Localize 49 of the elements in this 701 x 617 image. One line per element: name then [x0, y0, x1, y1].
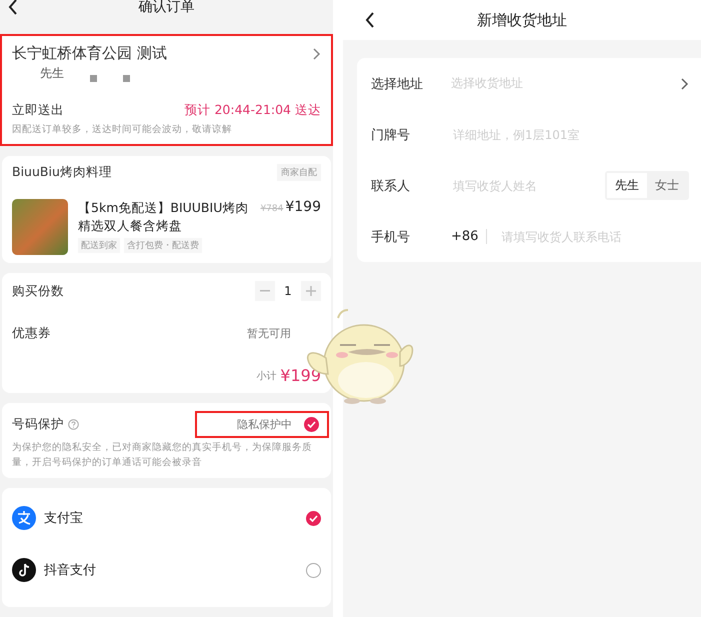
page-title: 新增收货地址	[477, 10, 567, 30]
coupon-label: 优惠券	[12, 325, 51, 342]
redaction-block	[123, 75, 130, 82]
privacy-status[interactable]: 隐私保护中	[195, 411, 329, 438]
country-code[interactable]: +86	[451, 229, 488, 244]
field-label: 门牌号	[371, 126, 411, 144]
item-tag: 配送到家	[78, 238, 120, 253]
payment-radio[interactable]	[306, 510, 321, 526]
contact-name: 先生	[40, 65, 64, 82]
eta-text: 预计 20:44-21:04 送达	[184, 102, 321, 119]
payment-logo-icon	[12, 558, 36, 582]
payment-logo-icon	[12, 506, 36, 530]
item-tag: 含打包费・配送费	[124, 238, 202, 253]
dispatch-label: 立即送出	[12, 102, 64, 119]
address-card[interactable]: 长宁虹桥体育公园 测试 先生 立即送出 预计 20:44-21:04 送达 因配送订单较多，送达时间可能会波动，敬请谅解	[0, 34, 333, 146]
field-label: 联系人	[371, 178, 411, 194]
delivery-tag: 商家自配	[277, 164, 321, 181]
original-price: ¥784	[260, 204, 284, 214]
payment-method-name: 支付宝	[44, 510, 84, 527]
field-label: 手机号	[371, 228, 411, 246]
chevron-icon	[681, 78, 689, 90]
check-icon	[307, 421, 316, 428]
privacy-checkbox[interactable]	[304, 417, 319, 432]
privacy-description: 为保护您的隐私安全，已对商家隐藏您的真实手机号，为保障服务质量，开启号码保护的订单通话可能会被录音	[12, 441, 313, 470]
payment-radio[interactable]	[306, 562, 321, 578]
item-price: ¥199	[285, 199, 321, 215]
subtotal-label: 小计	[256, 370, 276, 382]
chevron-icon	[313, 48, 321, 60]
delivery-note: 因配送订单较多，送达时间可能会波动，敬请谅解	[12, 123, 233, 136]
gender-option[interactable]: 先生	[607, 173, 647, 198]
privacy-status-text: 隐私保护中	[237, 417, 292, 432]
field-label: 选择地址	[371, 76, 424, 92]
privacy-label: 号码保护	[12, 416, 64, 433]
item-title: 【5km免配送】BIUUBIU烤肉精选双人餐含烤盘	[78, 199, 250, 235]
plus-icon	[306, 286, 316, 296]
minus-icon	[260, 290, 270, 292]
address-name: 长宁虹桥体育公园 测试	[12, 44, 167, 63]
coupon-status[interactable]: 暂无可用	[247, 326, 291, 341]
photo-placeholder	[12, 199, 68, 255]
help-icon	[68, 419, 79, 430]
gender-option[interactable]: 女士	[647, 173, 687, 198]
redaction-block	[90, 75, 97, 82]
check-icon	[309, 514, 318, 522]
back-icon[interactable]	[8, 0, 18, 15]
store-name: BiuuBiu烤肉料理	[12, 164, 112, 181]
back-icon[interactable]	[365, 12, 375, 28]
quantity-label: 购买份数	[12, 282, 64, 300]
payment-method-name: 抖音支付	[44, 562, 97, 579]
quantity-value: 1	[283, 284, 293, 298]
